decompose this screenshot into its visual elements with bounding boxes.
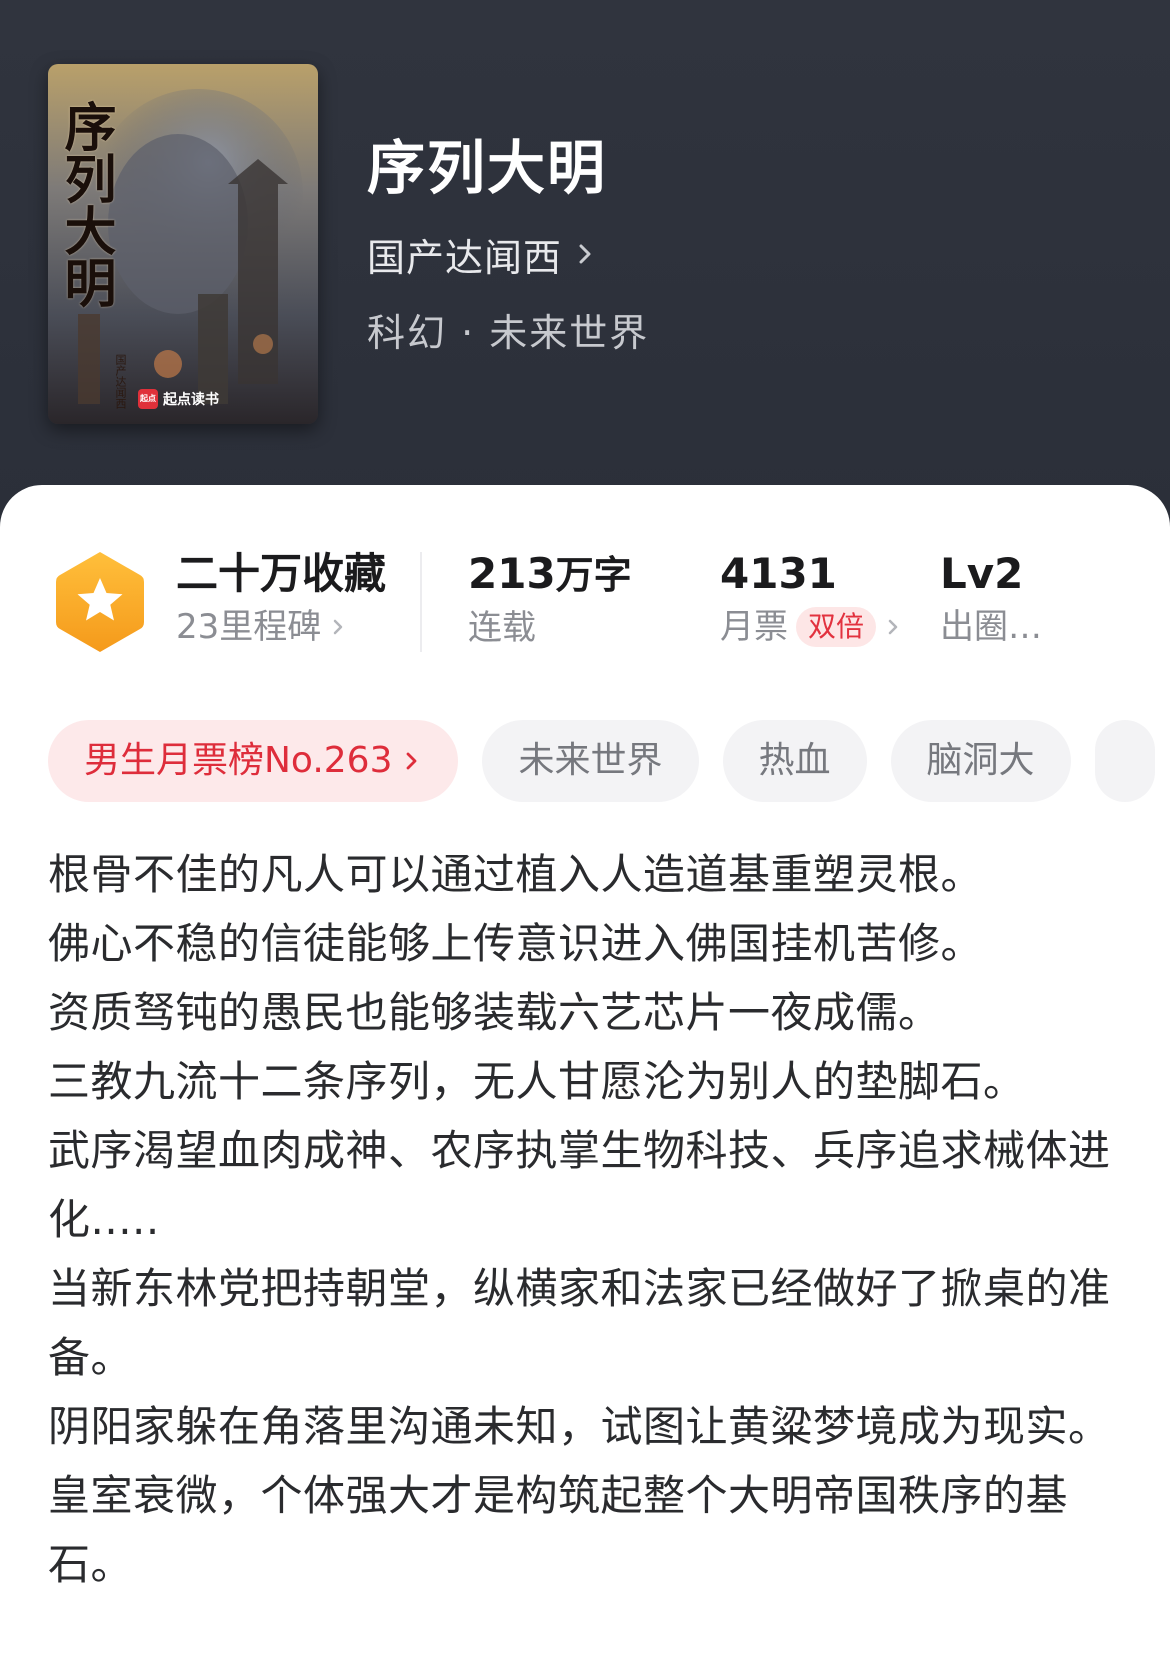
cover-publisher: 起点 起点读书	[138, 388, 219, 410]
author-name: 国产达闻西	[367, 235, 563, 280]
monthly-ticket-label: 月票	[720, 607, 788, 647]
chevron-right-icon	[579, 244, 591, 264]
tag-label: 未来世界	[518, 740, 663, 781]
author-link[interactable]: 国产达闻西	[367, 226, 596, 282]
tag-label: 脑洞大	[926, 740, 1035, 781]
collections-count: 二十万收藏	[176, 549, 387, 598]
synopsis-line: 佛心不稳的信徒能够上传意识进入佛国挂机苦修。	[48, 919, 984, 968]
tag-label: 男生月票榜No.263	[84, 740, 393, 781]
tag-ranking[interactable]: 男生月票榜No.263	[48, 720, 459, 802]
tag-label: 热血	[758, 740, 831, 781]
synopsis-line: 资质驽钝的愚民也能够装载六艺芯片一夜成儒。	[48, 988, 941, 1037]
cover-author-text: 国产达闻西	[114, 354, 127, 409]
stat-level[interactable]: Lv2 出圈…	[940, 546, 1042, 652]
synopsis-line: 武序渴望血肉成神、农序执掌生物科技、兵序追求械体进化.....	[48, 1126, 1111, 1244]
tag-imaginative[interactable]: 脑洞大	[890, 720, 1071, 802]
genre-label: 科幻 · 未来世界	[367, 311, 650, 355]
tag-future-world[interactable]: 未来世界	[482, 720, 699, 802]
word-count-number: 213	[468, 549, 556, 598]
chevron-right-icon	[334, 619, 343, 635]
tag-overflow[interactable]	[1094, 720, 1155, 802]
book-title: 序列大明	[367, 134, 608, 202]
stat-divider	[420, 552, 422, 652]
milestone-count: 23里程碑	[176, 607, 322, 647]
book-header: 序列大明 国产达闻西 起点 起点读书 序列大明 国产达闻西 科幻 · 未来世界	[0, 0, 1170, 520]
synopsis-line: 阴阳家躲在角落里沟通未知，试图让黄粱梦境成为现实。	[48, 1402, 1111, 1451]
synopsis-line: 当新东林党把持朝堂，纵横家和法家已经做好了掀桌的准备。	[48, 1264, 1111, 1382]
cover-title-text: 序列大明	[55, 100, 116, 308]
synopsis-line: 皇室衰微，个体强大才是构筑起整个大明帝国秩序的基石。	[48, 1471, 1069, 1589]
stat-monthly-tickets[interactable]: 4131 月票 双倍	[720, 546, 902, 652]
monthly-ticket-count: 4131	[720, 549, 837, 598]
serial-status: 连载	[468, 608, 536, 648]
star-badge-icon[interactable]	[52, 548, 148, 656]
stat-word-count: 213万字 连载	[468, 546, 632, 653]
word-count-unit: 万字	[555, 553, 632, 597]
synopsis-line: 三教九流十二条序列，无人甘愿沦为别人的垫脚石。	[48, 1057, 1026, 1106]
book-cover-image[interactable]: 序列大明 国产达闻西 起点 起点读书	[48, 64, 318, 424]
double-badge: 双倍	[796, 607, 877, 647]
synopsis-line: 根骨不佳的凡人可以通过植入人造道基重塑灵根。	[48, 850, 984, 899]
level-label: 出圈…	[940, 607, 1042, 647]
tag-list: 男生月票榜No.263 未来世界 热血 脑洞大	[48, 720, 1170, 802]
publisher-logo-icon: 起点	[138, 389, 158, 409]
chevron-right-icon	[888, 619, 898, 635]
chevron-right-icon	[407, 752, 417, 770]
publisher-name: 起点读书	[163, 392, 219, 408]
tag-hot-blood[interactable]: 热血	[722, 720, 867, 802]
level-value: Lv2	[940, 549, 1024, 598]
book-synopsis: 根骨不佳的凡人可以通过植入人造道基重塑灵根。 佛心不稳的信徒能够上传意识进入佛国…	[48, 840, 1133, 1599]
stat-collections[interactable]: 二十万收藏 23里程碑	[176, 546, 386, 652]
